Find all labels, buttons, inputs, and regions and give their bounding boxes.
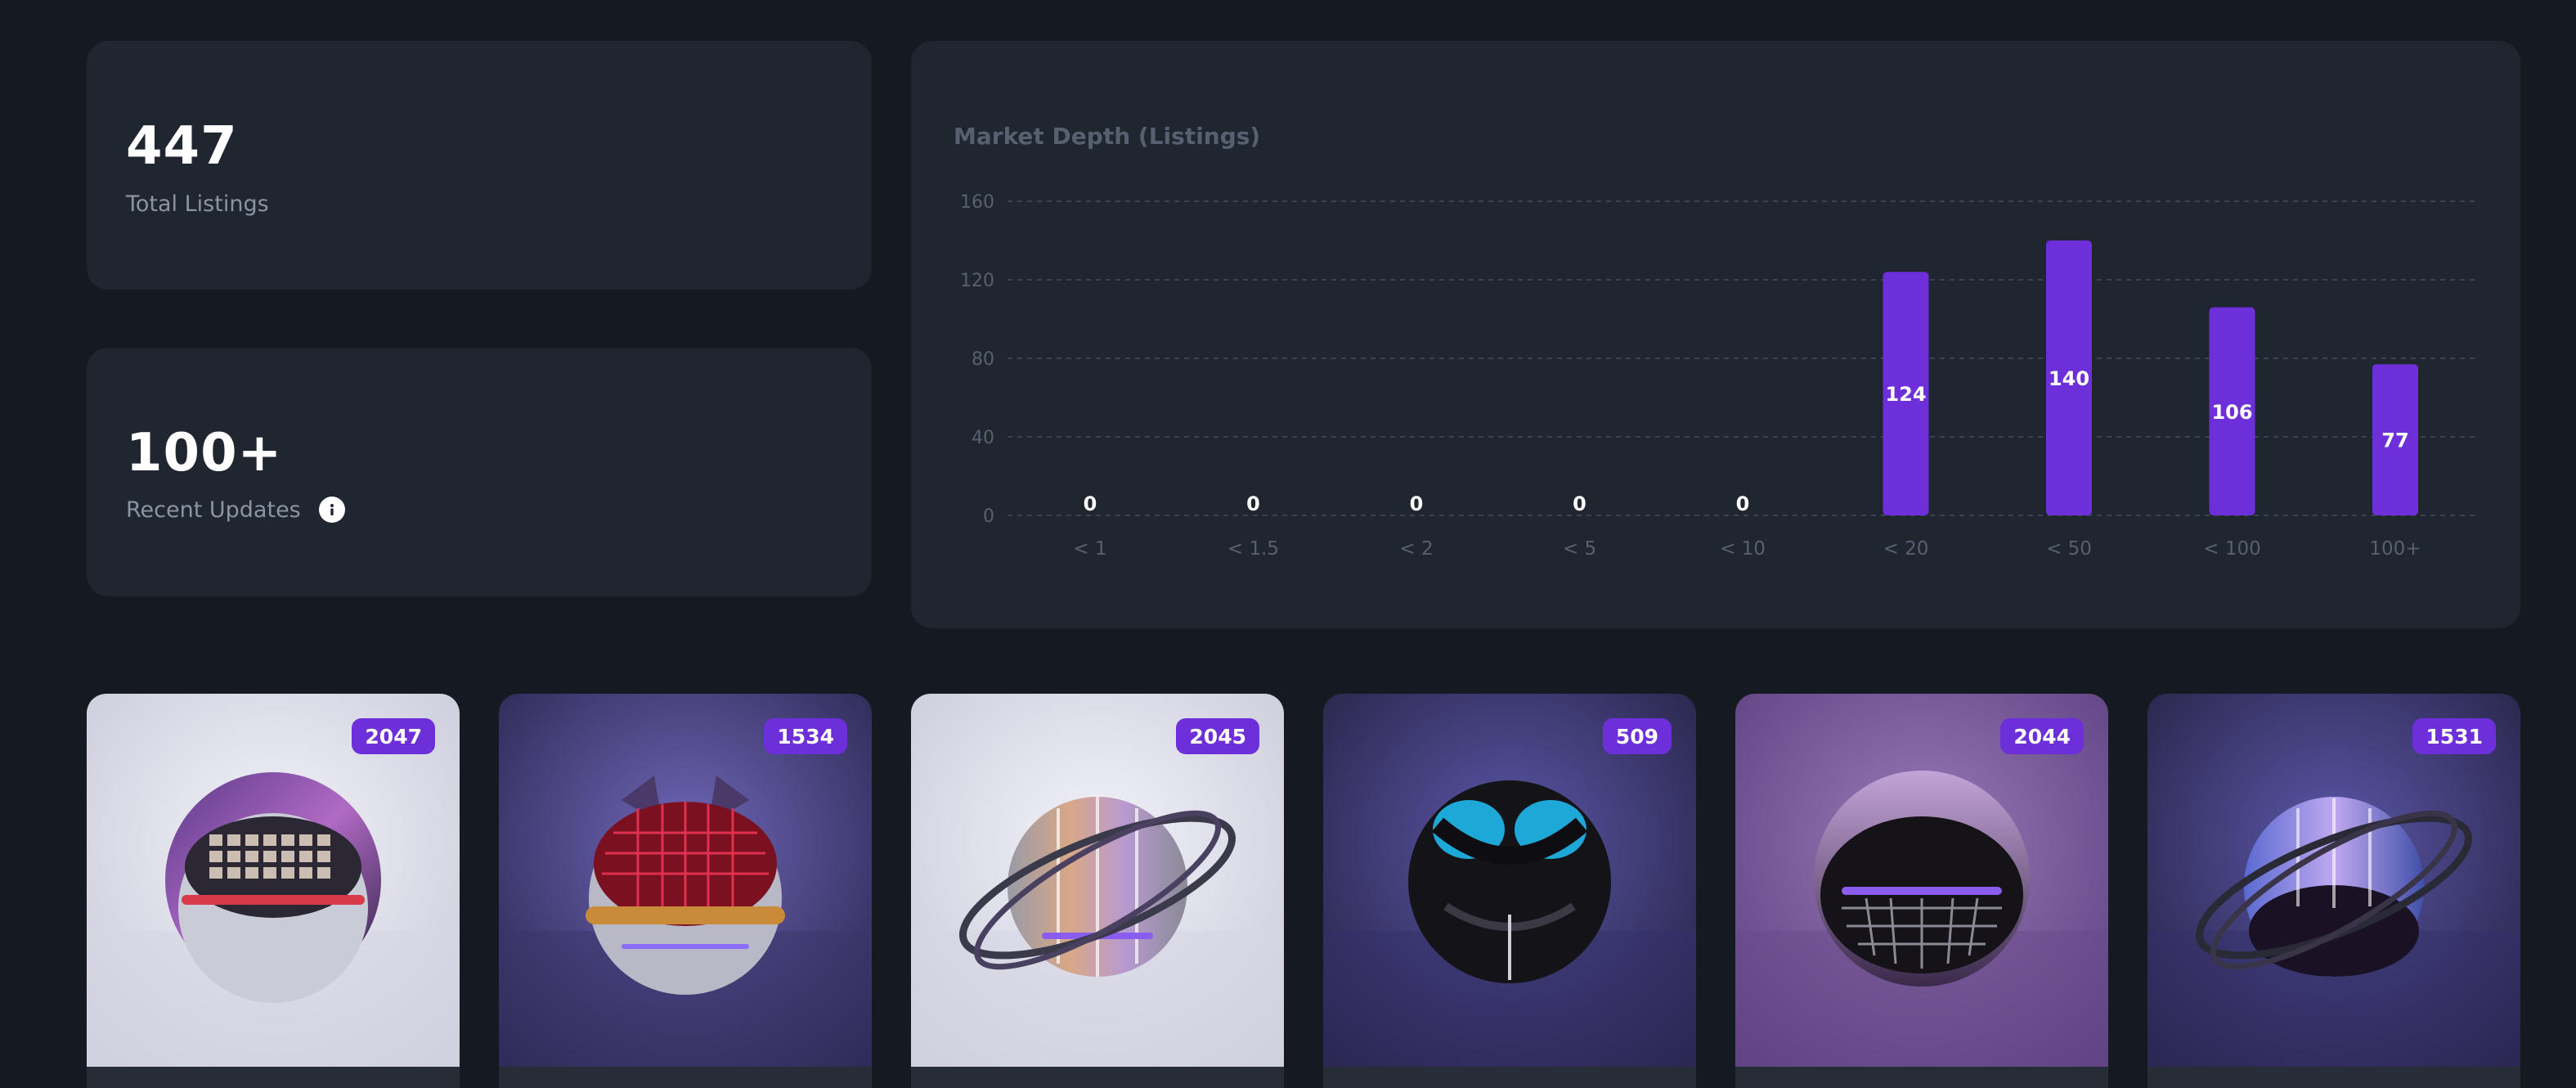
data-label: 106 bbox=[2211, 401, 2252, 424]
nft-card[interactable]: 2047 bbox=[87, 694, 460, 1088]
nft-card-footer bbox=[2147, 1067, 2520, 1088]
nft-card-footer bbox=[499, 1067, 872, 1088]
nft-card-footer bbox=[1323, 1067, 1696, 1088]
y-tick-label: 120 bbox=[960, 271, 994, 291]
y-tick-label: 0 bbox=[983, 506, 994, 527]
total-listings-value: 447 bbox=[126, 116, 238, 177]
x-tick-label: < 1 bbox=[1073, 538, 1106, 560]
nft-card-footer bbox=[87, 1067, 460, 1088]
nft-card[interactable]: 1531 bbox=[2147, 694, 2520, 1088]
total-listings-label-text: Total Listings bbox=[126, 191, 269, 217]
total-listings-label: Total Listings bbox=[126, 191, 269, 217]
token-id-badge: 2047 bbox=[352, 718, 435, 754]
x-tick-label: 100+ bbox=[2369, 538, 2421, 560]
data-label: 0 bbox=[1084, 492, 1097, 515]
x-tick-label: < 100 bbox=[2203, 538, 2260, 560]
nft-card-footer bbox=[1735, 1067, 2108, 1088]
nft-card[interactable]: 1534 bbox=[499, 694, 872, 1088]
token-id-badge: 1531 bbox=[2412, 718, 2496, 754]
data-label: 124 bbox=[1885, 383, 1926, 406]
data-label: 0 bbox=[1736, 492, 1750, 515]
nft-card[interactable]: 509 bbox=[1323, 694, 1696, 1088]
market-depth-chart: 04080120160< 10< 1.50< 20< 50< 100< 2012… bbox=[960, 192, 2480, 560]
recent-updates-card: 100+ Recent Updates bbox=[87, 348, 872, 596]
data-label: 0 bbox=[1410, 492, 1424, 515]
nft-card[interactable]: 2044 bbox=[1735, 694, 2108, 1088]
y-tick-label: 40 bbox=[972, 428, 994, 448]
data-label: 0 bbox=[1246, 492, 1260, 515]
recent-updates-label-text: Recent Updates bbox=[126, 497, 301, 523]
nft-grid: 2047 1534 2045 509 2044 1531 bbox=[87, 694, 2520, 1088]
total-listings-card: 447 Total Listings bbox=[87, 41, 872, 290]
nft-card[interactable]: 2045 bbox=[911, 694, 1284, 1088]
token-id-badge: 509 bbox=[1602, 718, 1672, 754]
data-label: 140 bbox=[2049, 367, 2089, 390]
x-tick-label: < 10 bbox=[1720, 538, 1766, 560]
token-id-badge: 1534 bbox=[764, 718, 847, 754]
token-id-badge: 2045 bbox=[1176, 718, 1259, 754]
x-tick-label: < 1.5 bbox=[1227, 538, 1279, 560]
recent-updates-label: Recent Updates bbox=[126, 497, 345, 523]
x-tick-label: < 5 bbox=[1563, 538, 1596, 560]
y-tick-label: 160 bbox=[960, 192, 994, 213]
x-tick-label: < 20 bbox=[1883, 538, 1929, 560]
market-depth-chart-card: Market Depth (Listings) 0 40 80 120 160 < 1 0 <… bbox=[911, 41, 2520, 628]
data-label: 77 bbox=[2381, 429, 2408, 452]
x-tick-label: < 50 bbox=[2046, 538, 2092, 560]
token-id-badge: 2044 bbox=[2000, 718, 2084, 754]
data-label: 0 bbox=[1573, 492, 1586, 515]
nft-card-footer bbox=[911, 1067, 1284, 1088]
x-tick-label: < 2 bbox=[1399, 538, 1433, 560]
y-tick-label: 80 bbox=[972, 349, 994, 370]
info-icon[interactable] bbox=[318, 497, 345, 523]
recent-updates-value: 100+ bbox=[126, 423, 283, 483]
